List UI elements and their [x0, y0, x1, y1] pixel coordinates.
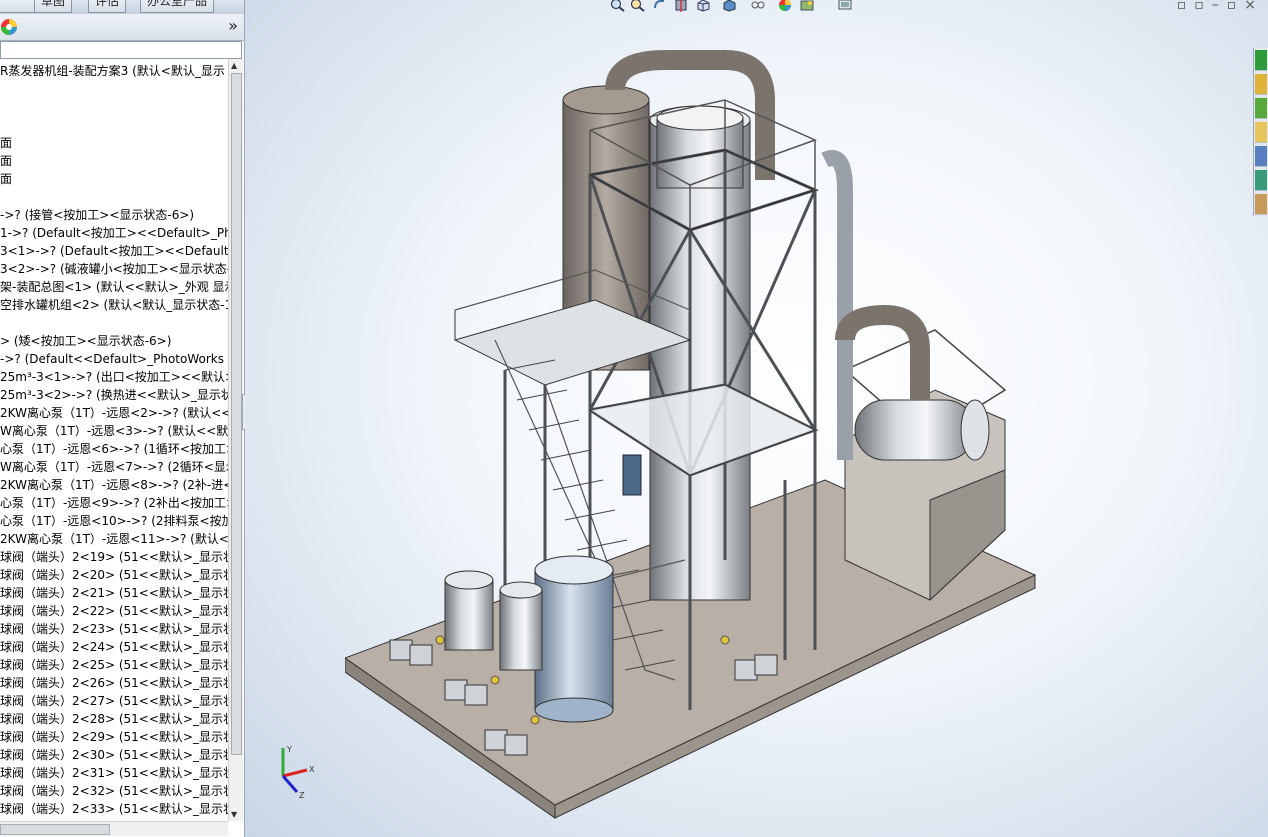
triad-y-label: Y	[286, 745, 292, 754]
tab-label: 草图	[41, 0, 66, 8]
tree-row[interactable]: 球阀（端头）2<33> (51<<默认>_显示状态	[0, 800, 228, 818]
tree-row[interactable]: 2KW离心泵（1T）-远恩<2>->? (默认<<默	[0, 404, 228, 422]
tree-row[interactable]: 球阀（端头）2<28> (51<<默认>_显示状态	[0, 710, 228, 728]
design-library-icon[interactable]	[1255, 98, 1267, 119]
triad-z-label: Z	[299, 791, 305, 800]
tree-row[interactable]: 心泵（1T）-远恩<10>->? (2排料泵<按加	[0, 512, 228, 530]
zoom-to-fit-icon[interactable]	[610, 0, 625, 12]
tree-filter-input[interactable]	[0, 41, 242, 59]
task-pane-tabs	[1253, 48, 1268, 216]
tree-row[interactable]: 面	[0, 170, 12, 188]
tree-row[interactable]: 球阀（端头）2<32> (51<<默认>_显示状态	[0, 782, 228, 800]
expand-panel-chevron[interactable]: »	[228, 16, 238, 35]
scroll-down-arrow-icon[interactable]: ▼	[231, 810, 237, 819]
custom-properties-icon[interactable]	[1255, 194, 1267, 215]
scroll-thumb[interactable]	[0, 824, 110, 835]
window-controls[interactable]: ▫▫–▫×	[1177, 0, 1264, 13]
tree-row[interactable]: 球阀（端头）2<23> (51<<默认>_显示状态	[0, 620, 228, 638]
tree-row[interactable]: 心泵（1T）-远恩<9>->? (2补出<按加工>	[0, 494, 228, 512]
tree-row[interactable]: 球阀（端头）2<19> (51<<默认>_显示状态	[0, 548, 228, 566]
tree-row[interactable]: 球阀（端头）2<25> (51<<默认>_显示状态	[0, 656, 228, 674]
evaporator-assembly-model[interactable]	[345, 40, 1045, 820]
tab-office-products[interactable]: 办公室产品	[140, 0, 215, 13]
resources-icon[interactable]	[1255, 50, 1267, 71]
tree-row[interactable]: 心泵（1T）-远恩<6>->? (1循环<按加工>	[0, 440, 228, 458]
tree-row[interactable]: 球阀（端头）2<21> (51<<默认>_显示状态	[0, 584, 228, 602]
tree-row[interactable]: 25m³-3<2>->? (换热进<<默认>_显示状	[0, 386, 228, 404]
tree-row[interactable]: 球阀（端头）2<20> (51<<默认>_显示状态	[0, 566, 228, 584]
tree-row[interactable]: 2KW离心泵（1T）-远恩<8>->? (2补-进<	[0, 476, 228, 494]
tree-row[interactable]: 球阀（端头）2<31> (51<<默认>_显示状态	[0, 764, 228, 782]
tree-horizontal-scrollbar[interactable]	[0, 821, 228, 836]
graphics-area[interactable]: ▫▫–▫× Y X Z	[245, 0, 1268, 837]
tree-row[interactable]: 球阀（端头）2<29> (51<<默认>_显示状态	[0, 728, 228, 746]
file-explorer-icon[interactable]	[1255, 122, 1267, 143]
tree-row[interactable]: 面	[0, 152, 12, 170]
triad-x-label: X	[309, 765, 315, 774]
tree-vertical-scrollbar[interactable]: ▲ ▼	[228, 59, 243, 821]
tree-row[interactable]: W离心泵（1T）-远恩<3>->? (默认<<默认	[0, 422, 228, 440]
tab-sketch[interactable]: 草图	[34, 0, 73, 13]
feature-tree: R蒸发器机组-装配方案3 (默认<默认_显示 面 面 面 ->? (接管<按加工…	[0, 60, 228, 820]
view-settings-icon[interactable]	[838, 0, 853, 12]
tree-row[interactable]: 球阀（端头）2<22> (51<<默认>_显示状态	[0, 602, 228, 620]
tree-row[interactable]: 空排水罐机组<2> (默认<默认_显示状态-1	[0, 296, 228, 314]
reference-triad: Y X Z	[281, 745, 315, 800]
tree-root-assembly[interactable]: R蒸发器机组-装配方案3 (默认<默认_显示	[0, 62, 225, 80]
tree-row[interactable]: ->? (接管<按加工><显示状态-6>)	[0, 206, 194, 224]
view-palette-icon[interactable]	[1255, 146, 1267, 167]
scroll-thumb[interactable]	[231, 73, 242, 755]
scene-icon[interactable]	[800, 0, 815, 12]
tree-row[interactable]: > (矮<按加工><显示状态-6>)	[0, 332, 171, 350]
hide-show-icon[interactable]	[750, 0, 765, 12]
view-orientation-icon[interactable]	[696, 0, 711, 12]
tree-row[interactable]: 面	[0, 134, 12, 152]
display-manager-icon[interactable]	[0, 18, 18, 36]
tree-row[interactable]: 1->? (Default<按加工><<Default>_Pho	[0, 224, 228, 242]
tree-row[interactable]: 3<1>->? (Default<按加工><<Default>	[0, 242, 228, 260]
tree-row[interactable]: 3<2>->? (碱液罐小<按加工><显示状态-	[0, 260, 228, 278]
section-view-icon[interactable]	[674, 0, 689, 12]
tree-row[interactable]: 球阀（端头）2<24> (51<<默认>_显示状态	[0, 638, 228, 656]
tree-row[interactable]: 球阀（端头）2<30> (51<<默认>_显示状态	[0, 746, 228, 764]
tab-evaluate[interactable]: 评估	[88, 0, 127, 13]
tab-label: 评估	[95, 0, 120, 8]
tab-label: 办公室产品	[147, 0, 208, 8]
tree-row[interactable]: 球阀（端头）2<26> (51<<默认>_显示状态	[0, 674, 228, 692]
feature-manager-panel: 草图 评估 办公室产品 » R蒸发器机组-装配方案3 (默认<默认_显示 面 面…	[0, 0, 245, 837]
tree-row[interactable]: 球阀（端头）2<27> (51<<默认>_显示状态	[0, 692, 228, 710]
tree-row[interactable]: 2KW离心泵（1T）-远恩<11>->? (默认<<	[0, 530, 228, 548]
command-manager-tabs: 草图 评估 办公室产品	[0, 0, 244, 15]
tree-row[interactable]: 架-装配总图<1> (默认<<默认>_外观 显示	[0, 278, 228, 296]
display-style-icon[interactable]	[722, 0, 737, 12]
previous-view-icon[interactable]	[652, 0, 667, 12]
appearances-icon[interactable]	[1255, 170, 1267, 191]
appearance-icon[interactable]	[778, 0, 793, 12]
tree-row[interactable]: ->? (Default<<Default>_PhotoWorks I	[0, 350, 228, 368]
tree-row[interactable]: 25m³-3<1>->? (出口<按加工><<默认>	[0, 368, 228, 386]
scroll-up-arrow-icon[interactable]: ▲	[231, 61, 237, 70]
panel-toolbar: »	[0, 14, 244, 41]
home-icon[interactable]	[1255, 74, 1267, 95]
zoom-area-icon[interactable]	[630, 0, 645, 12]
tree-row[interactable]: W离心泵（1T）-远恩<7>->? (2循环<显示	[0, 458, 228, 476]
